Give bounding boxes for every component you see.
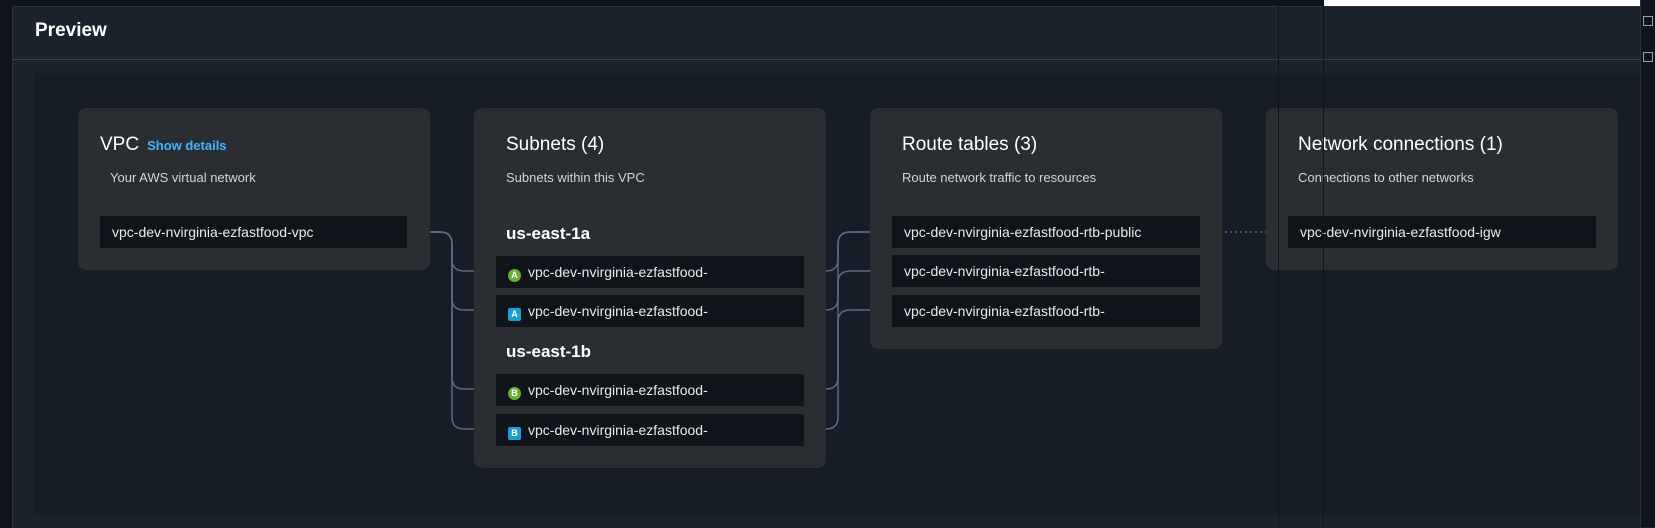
panel-title: Preview: [35, 20, 107, 41]
vpc-node[interactable]: vpc-dev-nvirginia-ezfastfood-vpc: [100, 216, 407, 248]
route-tables-subtitle: Route network traffic to resources: [902, 170, 1097, 185]
route-table-node[interactable]: vpc-dev-nvirginia-ezfastfood-rtb-: [892, 295, 1200, 327]
vpc-card-title: VPC Show details: [100, 134, 227, 156]
scrollbar-edge[interactable]: [1640, 0, 1655, 527]
route-tables-title: Route tables (3): [902, 134, 1038, 155]
az-b-round-icon: B: [508, 387, 521, 400]
divider-line: [1278, 0, 1279, 527]
route-table-node[interactable]: vpc-dev-nvirginia-ezfastfood-rtb-public: [892, 216, 1200, 248]
subnet-label: vpc-dev-nvirginia-ezfastfood-: [528, 422, 708, 438]
subnet-node[interactable]: Avpc-dev-nvirginia-ezfastfood-: [496, 295, 804, 327]
route-table-node[interactable]: vpc-dev-nvirginia-ezfastfood-rtb-: [892, 255, 1200, 287]
subnets-subtitle: Subnets within this VPC: [506, 170, 645, 185]
subnets-title: Subnets (4): [506, 134, 605, 155]
network-connections-subtitle: Connections to other networks: [1298, 170, 1474, 185]
subnet-label: vpc-dev-nvirginia-ezfastfood-: [528, 264, 708, 280]
az-header-us-east-1b: us-east-1b: [506, 342, 592, 361]
az-b-square-icon: B: [508, 427, 521, 440]
vpc-card: VPC Show details Your AWS virtual network…: [78, 108, 430, 270]
subnet-node[interactable]: Avpc-dev-nvirginia-ezfastfood-: [496, 256, 804, 288]
top-right-white-strip: [1323, 0, 1640, 6]
route-tables-card: Route tables (3) Route network traffic t…: [870, 108, 1222, 349]
show-details-link[interactable]: Show details: [147, 138, 226, 153]
az-a-square-icon: A: [508, 308, 521, 321]
network-connections-title: Network connections (1): [1298, 134, 1503, 155]
subnet-label: vpc-dev-nvirginia-ezfastfood-: [528, 382, 708, 398]
panel-header: Preview: [13, 7, 1655, 60]
edge-square-icon: [1643, 16, 1653, 26]
edge-square-icon: [1643, 52, 1653, 62]
internet-gateway-node[interactable]: vpc-dev-nvirginia-ezfastfood-igw: [1288, 216, 1596, 248]
subnet-node[interactable]: Bvpc-dev-nvirginia-ezfastfood-: [496, 414, 804, 446]
divider-line: [1323, 0, 1324, 527]
subnets-card: Subnets (4) Subnets within this VPC us-e…: [474, 108, 826, 468]
subnet-node[interactable]: Bvpc-dev-nvirginia-ezfastfood-: [496, 374, 804, 406]
subnet-label: vpc-dev-nvirginia-ezfastfood-: [528, 303, 708, 319]
az-header-us-east-1a: us-east-1a: [506, 224, 591, 243]
vpc-title: VPC: [100, 134, 140, 155]
az-a-round-icon: A: [508, 269, 521, 282]
vpc-subtitle: Your AWS virtual network: [110, 170, 256, 185]
network-connections-card: Network connections (1) Connections to o…: [1266, 108, 1618, 270]
